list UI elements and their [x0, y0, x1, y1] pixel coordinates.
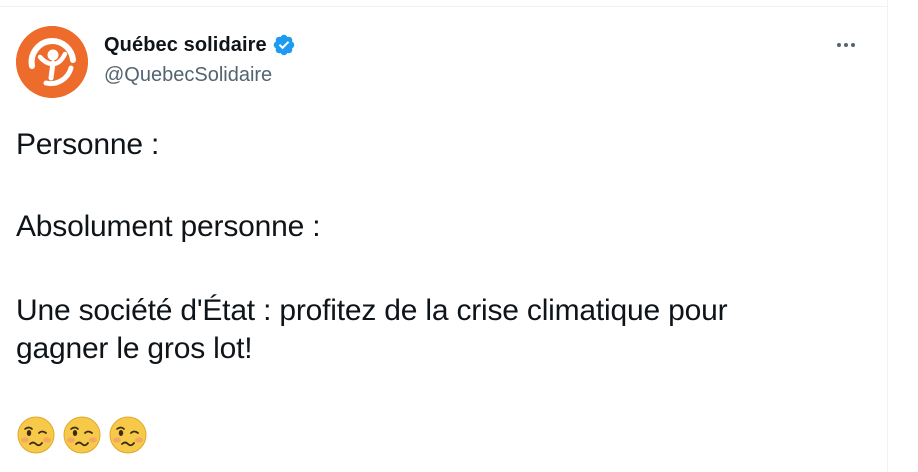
- right-divider: [887, 0, 888, 472]
- woozy-face-icon: [63, 416, 101, 454]
- woozy-face-icon: [17, 416, 55, 454]
- avatar[interactable]: [16, 26, 88, 98]
- woozy-face-icon: [109, 416, 147, 454]
- more-options-button[interactable]: [828, 30, 864, 60]
- more-horizontal-icon: [836, 43, 857, 47]
- verified-badge-icon: [273, 34, 295, 56]
- quebec-solidaire-logo-icon: [16, 26, 88, 98]
- tweet-text-line-1: Personne :: [16, 128, 160, 161]
- display-name[interactable]: Québec solidaire: [104, 34, 267, 57]
- tweet-card: Québec solidaire @QuebecSolidaire Person…: [0, 0, 887, 472]
- emoji-row: [16, 414, 154, 456]
- tweet-text-line-2: Absolument personne :: [16, 210, 321, 243]
- tweet-text-line-3: Une société d'État : profitez de la cris…: [16, 294, 728, 365]
- tweet-page: Québec solidaire @QuebecSolidaire Person…: [0, 0, 918, 472]
- author-handle[interactable]: @QuebecSolidaire: [104, 64, 272, 87]
- author-name-row[interactable]: Québec solidaire: [104, 31, 296, 59]
